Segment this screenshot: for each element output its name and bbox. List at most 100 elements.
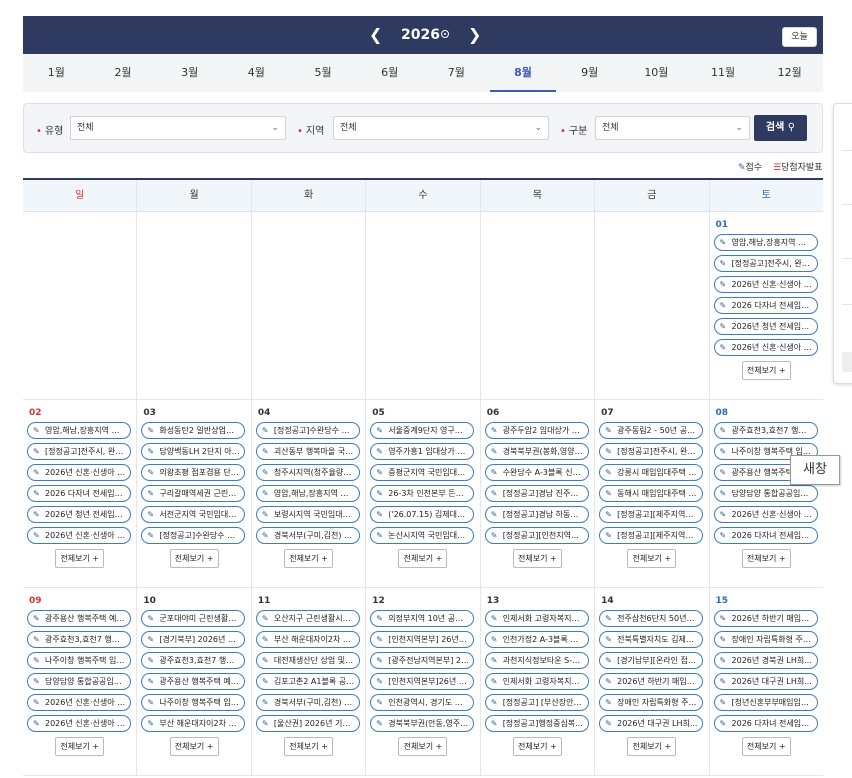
event-pill[interactable]: ✎ 대전재생산단 상업 및 ... <box>255 652 360 669</box>
event-pill[interactable]: ✎ 증평군지역 국민임대주... <box>370 464 475 481</box>
event-pill[interactable]: ✎ [경기북부] 2026년 2... <box>141 631 246 648</box>
event-pill[interactable]: ✎ 논산시지역 국민임대주... <box>370 527 475 544</box>
event-pill[interactable]: ✎ [정정공고]전주시, 완주... <box>599 443 704 460</box>
event-pill[interactable]: ✎ 2026년 신혼·신생아 전... <box>27 464 131 481</box>
event-pill[interactable]: ✎ 담양백동LH 2단지 아파... <box>141 443 246 460</box>
event-pill[interactable]: ✎ 광주동림2 - 50년 공공... <box>599 422 704 439</box>
event-pill[interactable]: ✎ 경북서부(구미,김천) 다... <box>255 694 360 711</box>
view-all-button[interactable]: 전체보기 + <box>627 549 677 568</box>
tab-month-3[interactable]: 3월 <box>156 54 223 92</box>
event-pill[interactable]: ✎ 구리갈매역세권 근린생... <box>141 485 246 502</box>
tab-month-9[interactable]: 9월 <box>556 54 623 92</box>
event-pill[interactable]: ✎ 2026년 신혼·신생아 전... <box>27 715 131 732</box>
event-pill[interactable]: ✎ 2026년 하반기 매입임... <box>713 610 818 627</box>
tab-month-5[interactable]: 5월 <box>290 54 357 92</box>
event-pill[interactable]: ✎ 2026년 신혼·신생아 전... <box>713 506 818 523</box>
event-pill[interactable]: ✎ [인천지역본부]26년 5... <box>370 673 475 690</box>
year-select-icon[interactable] <box>441 30 449 38</box>
event-pill[interactable]: ✎ 청주시지역(청주율량2, ... <box>255 464 360 481</box>
event-pill[interactable]: ✎ [정정공고] [부산장안]... <box>484 694 589 711</box>
event-pill[interactable]: ✎ [인천지역본부] 26년 5... <box>370 631 475 648</box>
event-pill[interactable]: ✎ 인제서화 고령자복지주... <box>484 673 589 690</box>
event-pill[interactable]: ✎ 광주효천3,효천7 행복... <box>713 422 818 439</box>
event-pill[interactable]: ✎ [정정공고]경남 진주혁... <box>484 485 589 502</box>
event-pill[interactable]: ✎ 2026 다자녀 전세임대 ... <box>27 485 131 502</box>
event-pill[interactable]: ✎ 오산지구 근린생활시설... <box>255 610 360 627</box>
event-pill[interactable]: ✎ 영암,해남,장흥지역 국... <box>255 485 360 502</box>
event-pill[interactable]: ✎ 동해시 매입임대주택 예... <box>599 485 704 502</box>
event-pill[interactable]: ✎ 인천광역시, 경기도 부... <box>370 694 475 711</box>
event-pill[interactable]: ✎ 광주두암2 임대상가 입... <box>484 422 589 439</box>
event-pill[interactable]: ✎ 나주이창 행복주택 입주... <box>141 694 246 711</box>
chevron-right-icon[interactable]: ❯ <box>468 25 481 45</box>
tab-month-8[interactable]: 8월 <box>489 54 557 92</box>
event-pill[interactable]: ✎ [청년신혼부부매입임대... <box>713 694 818 711</box>
view-all-button[interactable]: 전체보기 + <box>741 549 791 568</box>
today-button[interactable]: 오늘 <box>782 27 817 47</box>
region-select[interactable]: 전체 ⌄ <box>333 116 549 140</box>
view-all-button[interactable]: 전체보기 + <box>627 737 677 756</box>
event-pill[interactable]: ✎ 광주효천3,효천7 행복... <box>27 631 131 648</box>
event-pill[interactable]: ✎ 경북서부(구미,김천) 다... <box>255 527 360 544</box>
view-all-button[interactable]: 전체보기 + <box>741 361 791 380</box>
event-pill[interactable]: ✎ 담양담양 통합공공임대... <box>27 673 131 690</box>
event-pill[interactable]: ✎ 군포대야미 근린생활시... <box>141 610 246 627</box>
event-pill[interactable]: ✎ 인제서화 고령자복지주... <box>484 610 589 627</box>
view-all-button[interactable]: 전체보기 + <box>284 737 334 756</box>
event-pill[interactable]: ✎ [광주전남지역본부] 20... <box>370 652 475 669</box>
event-pill[interactable]: ✎ 나주이창 행복주택 입주... <box>27 652 131 669</box>
event-pill[interactable]: ✎ 담양담양 통합공공임대... <box>713 485 818 502</box>
event-pill[interactable]: ✎ 광주효천3,효천7 행복... <box>141 652 246 669</box>
event-pill[interactable]: ✎ 2026년 대구권 LH희... <box>713 673 818 690</box>
view-all-button[interactable]: 전체보기 + <box>741 737 791 756</box>
event-pill[interactable]: ✎ 의정부지역 10년 공공... <box>370 610 475 627</box>
event-pill[interactable]: ✎ 강릉시 매입임대주택 예... <box>599 464 704 481</box>
event-pill[interactable]: ✎ 인천가정2 A-3블록 단지... <box>484 631 589 648</box>
event-pill[interactable]: ✎ 수완당수 A-3블록 신혼... <box>484 464 589 481</box>
event-pill[interactable]: ✎ 2026년 신혼·신생아 전... <box>27 694 131 711</box>
event-pill[interactable]: ✎ [정정공고]행정중심복... <box>484 715 589 732</box>
search-button[interactable]: 검색 ⚲ <box>754 115 807 141</box>
event-pill[interactable]: ✎ 장애인 자립특화형 주택... <box>713 631 818 648</box>
event-pill[interactable]: ✎ ('26.07.15) 김제대검산... <box>370 506 475 523</box>
event-pill[interactable]: ✎ 26-3차 인천본부 든든... <box>370 485 475 502</box>
view-all-button[interactable]: 전체보기 + <box>284 549 334 568</box>
event-pill[interactable]: ✎ [정정공고]전주시, 완주... <box>27 443 131 460</box>
event-pill[interactable]: ✎ [정정공고][제주지역본... <box>599 527 704 544</box>
view-all-button[interactable]: 전체보기 + <box>398 737 448 756</box>
event-pill[interactable]: ✎ 광주용산 행복주택 예비... <box>27 610 131 627</box>
view-all-button[interactable]: 전체보기 + <box>169 737 219 756</box>
event-pill[interactable]: ✎ 경북북부권(안동,영주) ... <box>370 715 475 732</box>
event-pill[interactable]: ✎ 2026년 신혼·신생아 전... <box>713 276 818 293</box>
event-pill[interactable]: ✎ 2026 다자녀 전세임대 ... <box>713 715 818 732</box>
tab-month-1[interactable]: 1월 <box>23 54 90 92</box>
event-pill[interactable]: ✎ [정정공고]수완당수 A5... <box>255 422 360 439</box>
event-pill[interactable]: ✎ [경기남부][온라인 접수... <box>599 652 704 669</box>
event-pill[interactable]: ✎ [울산권] 2026년 기존... <box>255 715 360 732</box>
event-pill[interactable]: ✎ 2026년 신혼·신생아 전... <box>713 339 818 356</box>
event-pill[interactable]: ✎ 영암,해남,장흥지역 국... <box>27 422 131 439</box>
chevron-left-icon[interactable]: ❮ <box>369 25 382 45</box>
tab-month-11[interactable]: 11월 <box>690 54 757 92</box>
type-select[interactable]: 전체 ⌄ <box>70 116 286 140</box>
event-pill[interactable]: ✎ 서울중계9단지 영구임... <box>370 422 475 439</box>
event-pill[interactable]: ✎ 서천군지역 국민임대주... <box>141 506 246 523</box>
tab-month-4[interactable]: 4월 <box>223 54 290 92</box>
tab-month-12[interactable]: 12월 <box>756 54 823 92</box>
event-pill[interactable]: ✎ 2026 다자녀 전세임대 ... <box>713 297 818 314</box>
event-pill[interactable]: ✎ 2026 다자녀 전세임대 ... <box>713 527 818 544</box>
event-pill[interactable]: ✎ 영암,해남,장흥지역 국... <box>713 234 818 251</box>
tab-month-10[interactable]: 10월 <box>623 54 690 92</box>
event-pill[interactable]: ✎ 전북특별자치도 김제시... <box>599 631 704 648</box>
event-pill[interactable]: ✎ 부산 해운대자이2차 10... <box>255 631 360 648</box>
view-all-button[interactable]: 전체보기 + <box>512 737 562 756</box>
event-pill[interactable]: ✎ 2026년 하반기 매입임... <box>599 673 704 690</box>
event-pill[interactable]: ✎ 부산 해운대자이2차 10... <box>141 715 246 732</box>
event-pill[interactable]: ✎ 광주용산 행복주택 예비... <box>141 673 246 690</box>
tab-month-6[interactable]: 6월 <box>356 54 423 92</box>
event-pill[interactable]: ✎ [정정공고]경남 하동읍... <box>484 506 589 523</box>
event-pill[interactable]: ✎ 전주삼천6단지 50년공... <box>599 610 704 627</box>
event-pill[interactable]: ✎ 2026년 청년 전세임대 ... <box>713 318 818 335</box>
event-pill[interactable]: ✎ 2026년 경북권 LH희... <box>713 652 818 669</box>
view-all-button[interactable]: 전체보기 + <box>55 737 105 756</box>
